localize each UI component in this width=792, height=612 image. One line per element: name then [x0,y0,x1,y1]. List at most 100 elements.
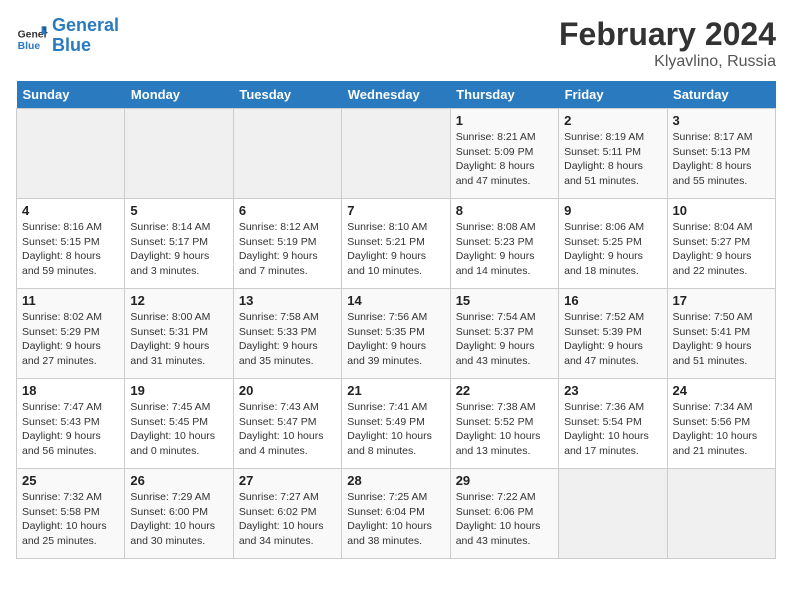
calendar-cell: 22 Sunrise: 7:38 AM Sunset: 5:52 PM Dayli… [450,379,558,469]
day-number: 25 [22,473,119,488]
day-number: 7 [347,203,444,218]
day-info: Sunrise: 7:38 AM Sunset: 5:52 PM Dayligh… [456,400,553,459]
svg-text:Blue: Blue [18,41,41,52]
day-info: Sunrise: 7:58 AM Sunset: 5:33 PM Dayligh… [239,310,336,369]
location: Klyavlino, Russia [559,53,776,71]
day-number: 6 [239,203,336,218]
day-number: 17 [673,293,770,308]
calendar-cell: 26Sunrise: 7:29 AM Sunset: 6:00 PM Dayli… [125,469,233,559]
week-row-4: 25 Sunrise: 7:32 AM Sunset: 5:58 PM Dayli… [17,469,776,559]
calendar-cell: 16 Sunrise: 7:52 AM Sunset: 5:39 PM Dayli… [559,289,667,379]
calendar-cell: 10 Sunrise: 8:04 AM Sunset: 5:27 PM Dayli… [667,199,775,289]
day-number: 16 [564,293,661,308]
day-number: 1 [456,113,553,128]
calendar-cell [342,109,450,199]
day-info: Sunrise: 7:52 AM Sunset: 5:39 PM Dayligh… [564,310,661,369]
day-info: Sunrise: 8:00 AM Sunset: 5:31 PM Dayligh… [130,310,227,369]
day-number: 11 [22,293,119,308]
header-thursday: Thursday [450,81,558,109]
header-friday: Friday [559,81,667,109]
header-sunday: Sunday [17,81,125,109]
day-number: 27 [239,473,336,488]
calendar-cell: 7 Sunrise: 8:10 AM Sunset: 5:21 PM Daylig… [342,199,450,289]
logo-icon: General Blue [16,20,48,52]
calendar-cell: 4 Sunrise: 8:16 AM Sunset: 5:15 PM Daylig… [17,199,125,289]
day-info: Sunrise: 8:17 AM Sunset: 5:13 PM Dayligh… [673,130,770,189]
day-number: 21 [347,383,444,398]
calendar-cell: 5 Sunrise: 8:14 AM Sunset: 5:17 PM Daylig… [125,199,233,289]
calendar-cell: 27 Sunrise: 7:27 AM Sunset: 6:02 PM Dayli… [233,469,341,559]
calendar-cell: 19Sunrise: 7:45 AM Sunset: 5:45 PM Dayli… [125,379,233,469]
calendar-cell: 13 Sunrise: 7:58 AM Sunset: 5:33 PM Dayli… [233,289,341,379]
calendar-cell: 23 Sunrise: 7:36 AM Sunset: 5:54 PM Dayli… [559,379,667,469]
calendar-cell: 15 Sunrise: 7:54 AM Sunset: 5:37 PM Dayli… [450,289,558,379]
page-header: General Blue GeneralBlue February 2024 K… [16,16,776,71]
day-info: Sunrise: 8:08 AM Sunset: 5:23 PM Dayligh… [456,220,553,279]
day-number: 18 [22,383,119,398]
calendar-cell [667,469,775,559]
header-saturday: Saturday [667,81,775,109]
day-number: 14 [347,293,444,308]
calendar-header-row: SundayMondayTuesdayWednesdayThursdayFrid… [17,81,776,109]
day-number: 8 [456,203,553,218]
day-number: 26 [130,473,227,488]
day-number: 28 [347,473,444,488]
day-info: Sunrise: 8:12 AM Sunset: 5:19 PM Dayligh… [239,220,336,279]
calendar-cell: 14 Sunrise: 7:56 AM Sunset: 5:35 PM Dayli… [342,289,450,379]
day-number: 12 [130,293,227,308]
calendar-cell: 6 Sunrise: 8:12 AM Sunset: 5:19 PM Daylig… [233,199,341,289]
calendar-cell: 24 Sunrise: 7:34 AM Sunset: 5:56 PM Dayli… [667,379,775,469]
day-info: Sunrise: 8:19 AM Sunset: 5:11 PM Dayligh… [564,130,661,189]
day-number: 13 [239,293,336,308]
day-info: Sunrise: 7:43 AM Sunset: 5:47 PM Dayligh… [239,400,336,459]
day-info: Sunrise: 8:10 AM Sunset: 5:21 PM Dayligh… [347,220,444,279]
month-year: February 2024 [559,16,776,53]
calendar-cell: 3Sunrise: 8:17 AM Sunset: 5:13 PM Daylig… [667,109,775,199]
day-number: 23 [564,383,661,398]
calendar-cell: 21 Sunrise: 7:41 AM Sunset: 5:49 PM Dayli… [342,379,450,469]
calendar-cell [17,109,125,199]
calendar-cell [125,109,233,199]
day-info: Sunrise: 7:41 AM Sunset: 5:49 PM Dayligh… [347,400,444,459]
day-info: Sunrise: 7:25 AM Sunset: 6:04 PM Dayligh… [347,490,444,549]
calendar-cell [559,469,667,559]
header-tuesday: Tuesday [233,81,341,109]
day-info: Sunrise: 7:27 AM Sunset: 6:02 PM Dayligh… [239,490,336,549]
day-info: Sunrise: 7:32 AM Sunset: 5:58 PM Dayligh… [22,490,119,549]
day-info: Sunrise: 8:06 AM Sunset: 5:25 PM Dayligh… [564,220,661,279]
calendar-cell: 25 Sunrise: 7:32 AM Sunset: 5:58 PM Dayli… [17,469,125,559]
day-info: Sunrise: 7:47 AM Sunset: 5:43 PM Dayligh… [22,400,119,459]
day-info: Sunrise: 7:56 AM Sunset: 5:35 PM Dayligh… [347,310,444,369]
header-monday: Monday [125,81,233,109]
week-row-1: 4 Sunrise: 8:16 AM Sunset: 5:15 PM Daylig… [17,199,776,289]
day-number: 10 [673,203,770,218]
calendar-cell [233,109,341,199]
day-number: 9 [564,203,661,218]
day-number: 2 [564,113,661,128]
day-number: 20 [239,383,336,398]
header-wednesday: Wednesday [342,81,450,109]
calendar-cell: 17 Sunrise: 7:50 AM Sunset: 5:41 PM Dayli… [667,289,775,379]
day-number: 29 [456,473,553,488]
logo-text: GeneralBlue [52,16,119,56]
day-number: 4 [22,203,119,218]
day-info: Sunrise: 8:02 AM Sunset: 5:29 PM Dayligh… [22,310,119,369]
day-number: 22 [456,383,553,398]
day-info: Sunrise: 7:50 AM Sunset: 5:41 PM Dayligh… [673,310,770,369]
calendar-cell: 11 Sunrise: 8:02 AM Sunset: 5:29 PM Dayli… [17,289,125,379]
calendar-cell: 12 Sunrise: 8:00 AM Sunset: 5:31 PM Dayli… [125,289,233,379]
day-number: 5 [130,203,227,218]
day-info: Sunrise: 7:34 AM Sunset: 5:56 PM Dayligh… [673,400,770,459]
calendar-table: SundayMondayTuesdayWednesdayThursdayFrid… [16,81,776,559]
day-info: Sunrise: 7:36 AM Sunset: 5:54 PM Dayligh… [564,400,661,459]
day-info: Sunrise: 8:04 AM Sunset: 5:27 PM Dayligh… [673,220,770,279]
day-info: Sunrise: 8:16 AM Sunset: 5:15 PM Dayligh… [22,220,119,279]
day-info: Sunrise: 7:45 AM Sunset: 5:45 PM Dayligh… [130,400,227,459]
day-info: Sunrise: 7:22 AM Sunset: 6:06 PM Dayligh… [456,490,553,549]
day-info: Sunrise: 8:14 AM Sunset: 5:17 PM Dayligh… [130,220,227,279]
calendar-cell: 18 Sunrise: 7:47 AM Sunset: 5:43 PM Dayli… [17,379,125,469]
day-number: 15 [456,293,553,308]
week-row-0: 1Sunrise: 8:21 AM Sunset: 5:09 PM Daylig… [17,109,776,199]
day-number: 24 [673,383,770,398]
day-info: Sunrise: 7:54 AM Sunset: 5:37 PM Dayligh… [456,310,553,369]
